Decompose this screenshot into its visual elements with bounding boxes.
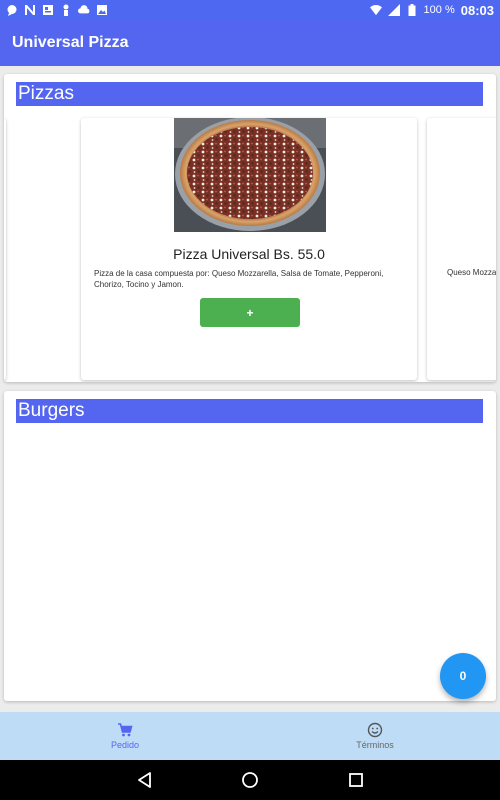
add-pizza-button[interactable]: + <box>200 298 300 327</box>
pizzas-section: Pizzas Pizza Universal Bs. 55.0 Pizza de… <box>4 74 496 382</box>
recent-apps-icon[interactable] <box>347 771 365 789</box>
section-title-burgers: Burgers <box>16 399 483 423</box>
menu-content[interactable]: Pizzas Pizza Universal Bs. 55.0 Pizza de… <box>0 66 500 712</box>
n-notification-icon <box>24 4 36 16</box>
chat-icon <box>6 4 18 16</box>
cart-count-button[interactable]: 0 <box>440 653 486 699</box>
nav-item-pedido[interactable]: Pedido <box>0 712 250 760</box>
status-notifications <box>6 4 108 16</box>
smiley-icon <box>367 722 383 738</box>
nav-item-terminos[interactable]: Términos <box>250 712 500 760</box>
cloud-icon <box>78 4 90 16</box>
pizza-card-previous[interactable] <box>4 118 6 380</box>
pizza-card-next[interactable]: Queso Mozza <box>427 118 496 380</box>
pizza-name: Pizza Universal Bs. 55.0 <box>173 246 325 262</box>
nav-label-terminos: Términos <box>356 740 394 750</box>
app-title: Universal Pizza <box>12 34 129 51</box>
wifi-icon <box>369 4 382 16</box>
news-icon <box>42 4 54 16</box>
battery-level: 100 % <box>423 4 455 16</box>
section-title-pizzas: Pizzas <box>16 82 483 106</box>
app-bar: Universal Pizza <box>0 20 500 66</box>
clock: 08:03 <box>460 2 494 18</box>
pizza-card[interactable]: Pizza Universal Bs. 55.0 Pizza de la cas… <box>81 118 417 380</box>
back-icon[interactable] <box>136 771 154 789</box>
pizza-description: Pizza de la casa compuesta por: Queso Mo… <box>94 269 384 289</box>
nav-label-pedido: Pedido <box>110 740 140 750</box>
home-icon[interactable] <box>241 771 259 789</box>
system-navigation-bar <box>0 760 500 800</box>
pizza-image <box>174 118 326 232</box>
burgers-section: Burgers <box>4 391 496 701</box>
status-bar: 100 % 08:03 <box>0 0 500 20</box>
cart-icon <box>117 722 133 738</box>
status-system: 100 % 08:03 <box>369 2 494 18</box>
image-icon <box>96 4 108 16</box>
person-icon <box>60 4 72 16</box>
bottom-navigation: Pedido Términos <box>0 712 500 760</box>
signal-icon <box>387 4 400 16</box>
battery-icon <box>406 4 418 16</box>
cart-count: 0 <box>459 669 467 683</box>
next-card-description: Queso Mozza <box>447 268 496 277</box>
